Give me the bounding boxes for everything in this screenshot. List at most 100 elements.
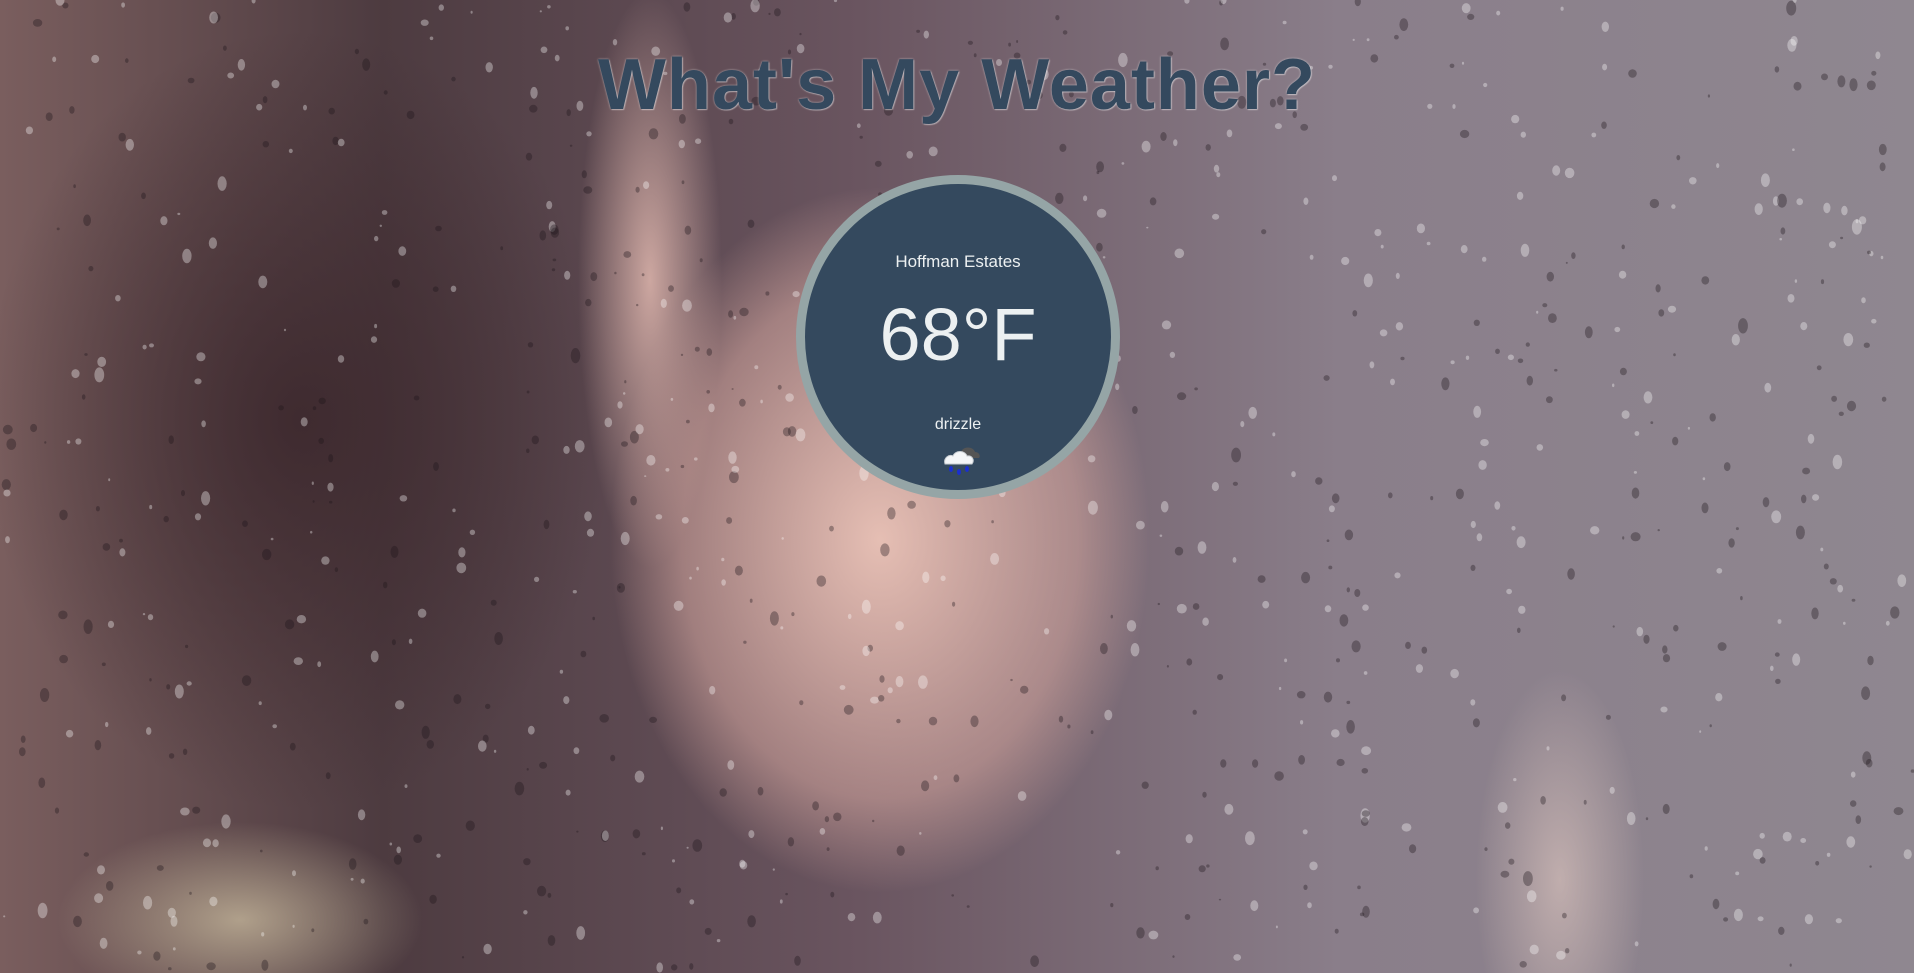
raindrop xyxy=(614,271,617,275)
raindrop xyxy=(1354,589,1361,597)
raindrop xyxy=(1110,614,1114,619)
raindrop xyxy=(1676,155,1681,161)
raindrop xyxy=(1055,15,1060,21)
raindrop xyxy=(221,814,231,829)
raindrop xyxy=(1388,492,1393,499)
raindrop xyxy=(1136,927,1145,939)
raindrop xyxy=(1426,241,1431,246)
raindrop xyxy=(1467,13,1475,20)
raindrop xyxy=(1667,305,1677,313)
raindrop xyxy=(1689,874,1694,879)
raindrop xyxy=(1346,700,1351,705)
raindrop xyxy=(719,788,727,797)
raindrop xyxy=(1357,885,1361,890)
raindrop xyxy=(1612,383,1615,388)
raindrop xyxy=(1430,496,1434,501)
raindrop xyxy=(1473,405,1482,418)
raindrop xyxy=(1794,279,1798,283)
raindrop xyxy=(1820,547,1824,552)
raindrop xyxy=(564,270,571,280)
raindrop xyxy=(334,567,339,573)
raindrop xyxy=(1709,724,1712,728)
raindrop xyxy=(1494,501,1501,510)
raindrop xyxy=(1831,395,1837,402)
raindrop xyxy=(1309,861,1318,871)
raindrop xyxy=(141,192,146,200)
raindrop xyxy=(1619,367,1627,376)
raindrop xyxy=(716,939,721,943)
raindrop xyxy=(201,420,206,428)
raindrop xyxy=(1291,471,1296,478)
raindrop xyxy=(429,36,434,41)
raindrop xyxy=(635,186,640,193)
raindrop xyxy=(1336,758,1345,767)
raindrop xyxy=(565,26,569,31)
raindrop xyxy=(728,451,737,464)
raindrop xyxy=(991,520,994,524)
raindrop xyxy=(739,861,748,870)
raindrop xyxy=(1206,864,1210,868)
raindrop xyxy=(1687,426,1690,430)
raindrop xyxy=(242,520,248,527)
raindrop xyxy=(1361,768,1369,774)
raindrop xyxy=(1351,640,1361,653)
raindrop xyxy=(1516,191,1524,200)
raindrop xyxy=(644,475,647,477)
raindrop xyxy=(1379,329,1388,337)
raindrop xyxy=(1655,284,1661,293)
raindrop xyxy=(296,615,307,624)
raindrop xyxy=(1212,213,1220,220)
raindrop xyxy=(586,528,595,537)
raindrop xyxy=(1618,270,1627,279)
raindrop xyxy=(56,227,60,231)
raindrop xyxy=(1497,802,1508,813)
raindrop xyxy=(623,251,632,258)
raindrop xyxy=(1245,831,1255,846)
raindrop xyxy=(1565,948,1570,954)
raindrop xyxy=(1173,139,1178,147)
raindrop xyxy=(1832,454,1843,470)
raindrop xyxy=(1482,256,1487,262)
raindrop xyxy=(1850,800,1857,807)
raindrop xyxy=(641,852,646,856)
raindrop xyxy=(142,613,146,616)
raindrop xyxy=(830,891,835,898)
raindrop xyxy=(676,887,682,894)
raindrop xyxy=(1224,803,1234,815)
raindrop xyxy=(1126,620,1137,632)
raindrop xyxy=(1662,645,1668,654)
raindrop xyxy=(1401,823,1412,832)
raindrop xyxy=(921,780,930,792)
raindrop xyxy=(1723,917,1729,922)
raindrop xyxy=(862,645,870,657)
raindrop xyxy=(1518,605,1526,614)
raindrop xyxy=(1257,575,1266,583)
raindrop xyxy=(180,807,190,816)
raindrop xyxy=(1723,462,1731,472)
raindrop xyxy=(1855,815,1862,824)
raindrop xyxy=(84,353,88,356)
raindrop xyxy=(163,515,169,523)
raindrop xyxy=(572,590,577,594)
raindrop xyxy=(1801,494,1807,504)
raindrop xyxy=(202,838,212,848)
raindrop xyxy=(635,424,644,435)
raindrop xyxy=(1100,643,1108,655)
raindrop xyxy=(859,135,863,139)
raindrop xyxy=(258,275,268,289)
raindrop xyxy=(919,832,922,835)
raindrop xyxy=(399,495,408,502)
raindrop xyxy=(1897,574,1907,587)
raindrop xyxy=(1205,144,1211,151)
raindrop xyxy=(880,543,890,557)
raindrop xyxy=(731,388,734,390)
raindrop xyxy=(1879,162,1886,172)
raindrop xyxy=(630,495,637,506)
raindrop xyxy=(1820,279,1825,285)
raindrop xyxy=(1835,918,1842,924)
raindrop xyxy=(704,927,712,935)
raindrop xyxy=(656,962,663,973)
raindrop xyxy=(1702,477,1706,481)
raindrop xyxy=(861,599,871,614)
raindrop xyxy=(311,928,315,933)
